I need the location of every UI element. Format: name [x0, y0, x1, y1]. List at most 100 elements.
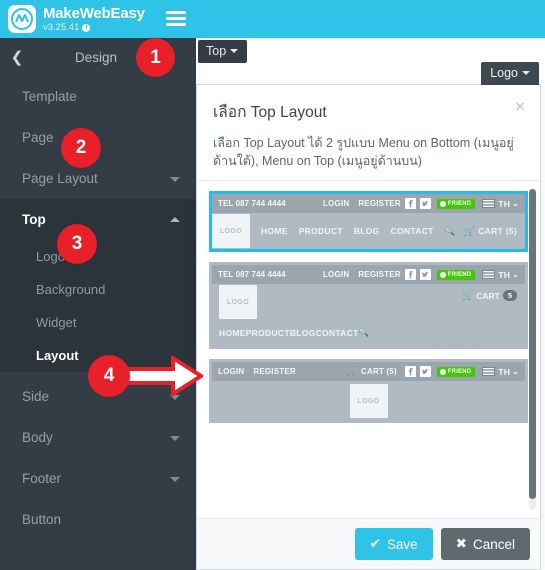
layout-option-menu-on-top-centered[interactable]: LOGIN REGISTER 🛒 CART (5) FRIEND TH ⌄ LOG — [209, 359, 528, 424]
preview-language: TH — [498, 366, 511, 377]
check-icon: ✔ — [369, 536, 381, 551]
sidebar-item-label: Side — [22, 389, 50, 404]
thai-flag-icon — [482, 367, 496, 377]
preview-language: TH — [498, 269, 511, 280]
chevron-up-icon — [170, 216, 180, 222]
preview-topbar: LOGIN REGISTER 🛒 CART (5) FRIEND TH ⌄ — [212, 362, 525, 382]
layout-option-menu-on-bottom[interactable]: TEL 087 744 4444 LOGIN REGISTER FRIEND T… — [209, 191, 528, 253]
preview-logo-placeholder: LOGO — [219, 285, 257, 320]
sidebar-item-label: Template — [22, 89, 77, 104]
sidebar-subitem-label: Widget — [36, 315, 77, 330]
brand-name: MakeWebEasy — [43, 4, 145, 22]
hamburger-menu-icon[interactable] — [166, 11, 186, 27]
x-icon: ✖ — [455, 536, 467, 551]
sidebar-item-template[interactable]: Template — [0, 76, 196, 117]
preview-menu-row: LOGO HOME PRODUCT BLOG CONTACT 🔍 🛒 CART (… — [212, 213, 525, 249]
search-icon: 🔍 — [444, 225, 456, 236]
sidebar-item-body[interactable]: Body — [0, 417, 196, 458]
facebook-icon — [404, 366, 416, 378]
preview-register: REGISTER — [358, 199, 401, 209]
dialog-description: เลือก Top Layout ได้ 2 รูปแบบ Menu on Bo… — [213, 136, 514, 169]
sidebar-item-background[interactable]: Background — [0, 273, 196, 306]
callout-badge-1: 1 — [136, 38, 175, 77]
callout-badge-3: 3 — [57, 224, 97, 264]
sidebar-item-label: Page Layout — [22, 171, 98, 186]
preview-cart: 🛒 CART (5) — [346, 366, 397, 377]
preview-login: LOGIN — [218, 367, 245, 377]
cart-count-badge: 5 — [502, 290, 517, 302]
tab-top[interactable]: Top — [198, 40, 248, 63]
cart-icon: 🛒 — [346, 366, 358, 377]
preview-login: LOGIN — [322, 199, 350, 209]
callout-badge-2: 2 — [61, 128, 101, 168]
dialog-body: TEL 087 744 4444 LOGIN REGISTER FRIEND T… — [197, 180, 540, 518]
preview-topbar: TEL 087 744 4444 LOGIN REGISTER FRIEND T… — [212, 265, 525, 285]
facebook-icon — [404, 198, 416, 210]
dialog-title: เลือก Top Layout — [213, 104, 327, 121]
close-icon[interactable]: × — [515, 98, 525, 115]
preview-menu-item: BLOG — [289, 327, 316, 338]
facebook-icon — [404, 269, 416, 281]
dialog-header: เลือก Top Layout × เลือก Top Layout ได้ … — [197, 85, 540, 180]
makewebeasy-logo-icon — [8, 5, 36, 33]
preview-menu-item: HOME — [219, 327, 246, 338]
sidebar-item-page-layout[interactable]: Page Layout — [0, 158, 196, 199]
chevron-down-icon: ⌄ — [512, 199, 519, 209]
sidebar-item-label: Top — [22, 212, 46, 227]
twitter-icon — [419, 366, 431, 378]
cart-icon: 🛒 — [462, 290, 474, 301]
preview-menu-item: HOME — [261, 226, 288, 237]
preview-tel: TEL 087 744 4444 — [218, 199, 286, 209]
sidebar-item-logo[interactable]: Logo — [0, 240, 196, 273]
sidebar-item-footer[interactable]: Footer — [0, 458, 196, 499]
layout-option-menu-on-bottom-stacked[interactable]: TEL 087 744 4444 LOGIN REGISTER FRIEND T… — [209, 262, 528, 350]
sidebar-subitem-label: Layout — [36, 348, 79, 363]
sidebar-item-button[interactable]: Button — [0, 499, 196, 540]
preview-cart: 🛒 CART 5 — [462, 290, 517, 302]
preview-login: LOGIN — [322, 270, 350, 280]
info-icon[interactable]: i — [82, 23, 91, 32]
tab-logo[interactable]: Logo — [481, 62, 539, 85]
line-friend-badge: FRIEND — [436, 198, 476, 209]
twitter-icon — [419, 198, 431, 210]
preview-logo-placeholder: LOGO — [349, 384, 388, 419]
sidebar-group-top: Top Logo Background Widget Layout — [0, 199, 196, 372]
chevron-down-icon: ⌄ — [512, 367, 519, 377]
preview-language: TH — [498, 198, 511, 209]
right-arrow-annotation — [125, 356, 203, 396]
twitter-icon — [419, 269, 431, 281]
scrollbar-thumb[interactable] — [529, 189, 536, 500]
chevron-down-icon — [170, 435, 180, 441]
callout-badge-4: 4 — [88, 355, 130, 397]
thai-flag-icon — [482, 270, 496, 280]
search-icon: 🔍 — [358, 327, 370, 338]
preview-menu-row: HOME PRODUCT BLOG CONTACT 🔍 — [219, 327, 370, 338]
sidebar-item-top[interactable]: Top — [0, 199, 196, 240]
sidebar-item-label: Body — [22, 430, 53, 445]
preview-menu-item: PRODUCT — [298, 226, 343, 237]
preview-register: REGISTER — [358, 270, 401, 280]
preview-menu-item: CONTACT — [390, 226, 434, 237]
chevron-left-icon[interactable]: ❮ — [0, 48, 34, 66]
save-button[interactable]: ✔ Save — [354, 528, 433, 560]
preview-register: REGISTER — [253, 367, 296, 377]
cancel-button[interactable]: ✖ Cancel — [440, 528, 530, 560]
caret-down-icon — [522, 71, 530, 75]
sidebar-subitem-label: Background — [36, 282, 106, 297]
preview-tel: TEL 087 744 4444 — [218, 270, 286, 280]
brand-text: MakeWebEasy v3.25.41 i — [43, 6, 145, 33]
line-friend-badge: FRIEND — [436, 269, 476, 280]
chevron-down-icon: ⌄ — [512, 270, 519, 280]
sidebar-item-label: Page — [22, 130, 54, 145]
sidebar-item-widget[interactable]: Widget — [0, 306, 196, 339]
sidebar: MakeWebEasy v3.25.41 i ❮ Design Template … — [0, 0, 196, 570]
brand-version: v3.25.41 i — [43, 23, 145, 33]
preview-menu-item: BLOG — [353, 226, 380, 237]
preview-logo-placeholder: LOGO — [212, 214, 250, 249]
dialog-footer: ✔ Save ✖ Cancel — [197, 518, 540, 569]
chevron-down-icon — [170, 176, 180, 182]
caret-down-icon — [230, 49, 239, 53]
preview-menu-item: PRODUCT — [245, 327, 290, 338]
sidebar-item-label: Button — [22, 512, 62, 527]
line-friend-badge: FRIEND — [436, 366, 476, 377]
